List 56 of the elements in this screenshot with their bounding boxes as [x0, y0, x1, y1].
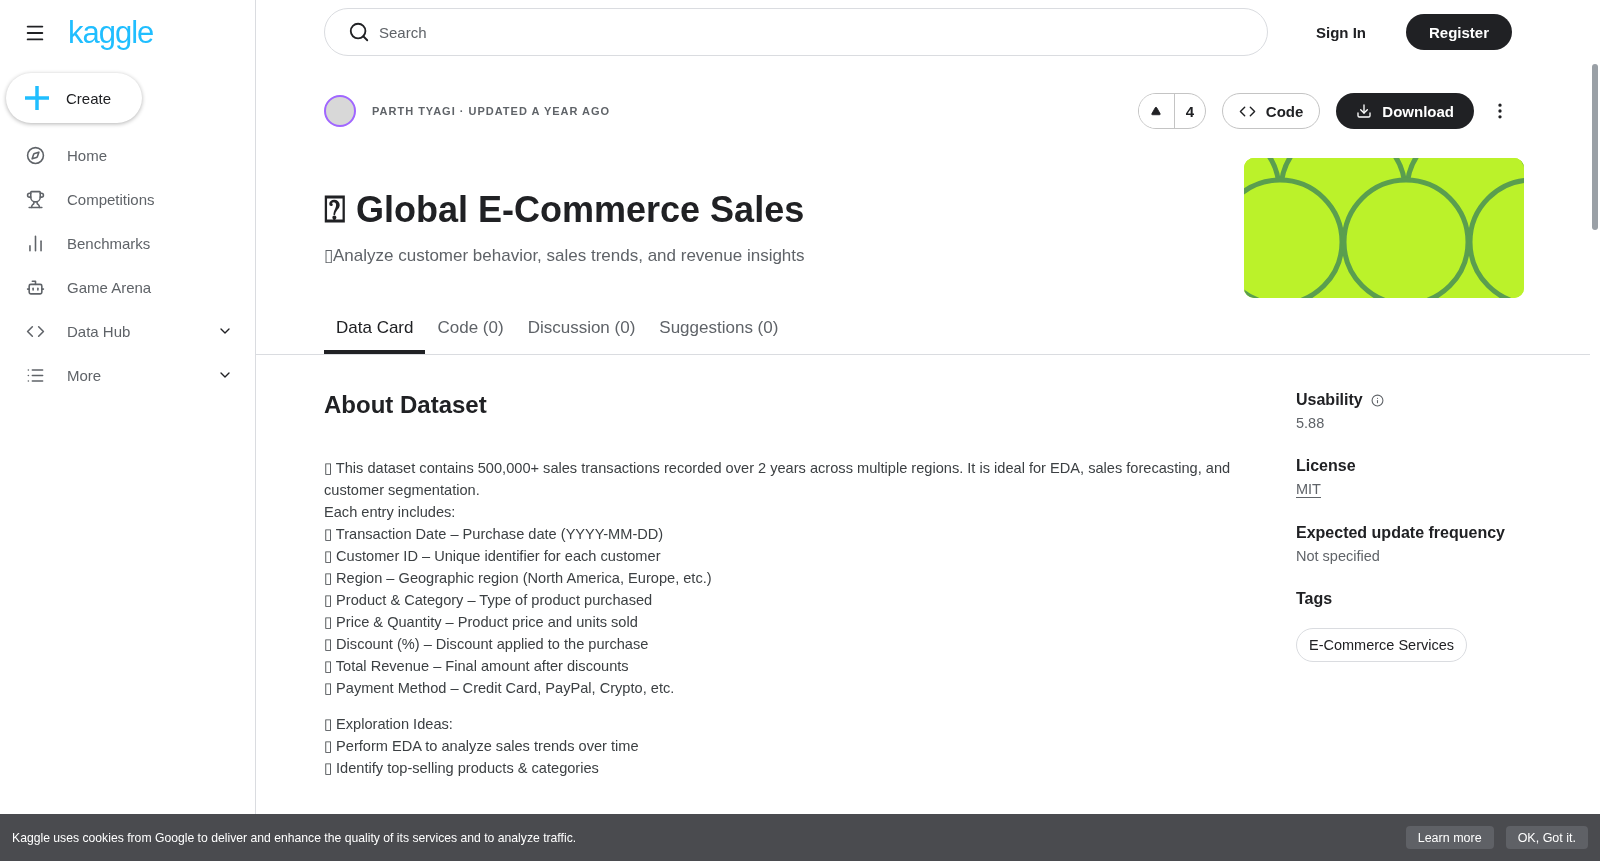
tab[interactable]: Data Card: [324, 308, 426, 354]
avatar[interactable]: [324, 95, 356, 127]
vote-count: 4: [1184, 101, 1195, 122]
code-button[interactable]: Code: [1221, 93, 1321, 129]
plus-icon: [24, 85, 50, 111]
search-icon: [348, 21, 370, 43]
sign-in-button[interactable]: Sign In: [1316, 15, 1366, 49]
meta-label: Expected update frequency: [1296, 524, 1505, 542]
download-button[interactable]: Download: [1336, 93, 1474, 129]
usability-score: 5.88: [1296, 415, 1326, 431]
trophy-icon: [26, 189, 45, 209]
bar-chart-icon: [26, 233, 45, 253]
tab[interactable]: Code (0): [425, 308, 516, 354]
frequency-value: Not specified: [1296, 548, 1381, 564]
cookie-button[interactable]: Learn more: [1405, 826, 1494, 849]
section-heading: About Dataset: [324, 391, 488, 419]
meta-label: Usability: [1296, 391, 1363, 409]
description-text: ▯ Perform EDA to analyze sales trends over time: [324, 737, 640, 756]
tab[interactable]: Suggestions (0): [647, 308, 791, 354]
tab[interactable]: Discussion (0): [515, 308, 648, 354]
description-text: ▯ Product & Category – Type of product purchased: [324, 591, 654, 610]
description-text: ▯ Price & Quantity – Product price and units sold: [324, 613, 639, 632]
info-icon[interactable]: [1370, 393, 1384, 407]
description-text: ▯ Identify top-selling products & categories: [324, 759, 600, 778]
description-text: ▯ Payment Method – Credit Card, PayPal, Crypto, etc.: [324, 679, 676, 698]
license-link[interactable]: MIT: [1296, 481, 1321, 498]
meta-label: License: [1296, 457, 1356, 475]
sidebar-item[interactable]: Home: [0, 133, 255, 177]
description-text: ▯ Exploration Ideas:: [324, 715, 454, 734]
upvote-button[interactable]: [1138, 94, 1175, 128]
description-text: ▯ Region – Geographic region (North America, Europe, etc.): [324, 569, 713, 588]
sidebar-item[interactable]: Data Hub: [0, 309, 255, 353]
cookie-notice-text: Kaggle uses cookies from Google to deliver and enhance the quality of its services and to analyze traffic.: [12, 830, 578, 845]
description-text: ▯ This dataset contains 500,000+ sales transactions recorded over 2 years across multiple regions. It is ideal for EDA, sales forecasting, and customer segmentation.: [324, 459, 1232, 500]
cookie-button[interactable]: OK, Got it.: [1505, 826, 1588, 849]
robot-icon: [26, 277, 45, 297]
meta-label: Tags: [1296, 590, 1333, 608]
create-button[interactable]: Create: [6, 73, 142, 123]
dataset-subtitle: ▯Analyze customer behavior, sales trends, and revenue insights: [324, 245, 805, 266]
scrollbar-thumb[interactable]: [1592, 64, 1598, 230]
sidebar-item[interactable]: Competitions: [0, 177, 255, 221]
download-icon: [1356, 103, 1373, 119]
dataset-title: ⍰ Global E-Commerce Sales: [324, 189, 805, 231]
compass-icon: [26, 145, 45, 165]
up-triangle-icon: [1151, 106, 1162, 116]
sidebar-item[interactable]: Game Arena: [0, 265, 255, 309]
description-text: ▯ Discount (%) – Discount applied to the purchase: [324, 635, 650, 654]
sidebar-item[interactable]: More: [0, 353, 255, 397]
description-text: ▯ Transaction Date – Purchase date (YYYY-MM-DD): [324, 525, 665, 544]
description-text: Each entry includes:: [324, 503, 457, 522]
sidebar-item[interactable]: Benchmarks: [0, 221, 255, 265]
register-button[interactable]: Register: [1406, 14, 1513, 50]
description-text: ▯ Customer ID – Unique identifier for each customer: [324, 547, 662, 566]
search-field[interactable]: Search: [324, 8, 1268, 56]
author-byline: PARTH TYAGI · UPDATED A YEAR AGO: [372, 105, 611, 117]
description-text: ▯ Total Revenue – Final amount after discounts: [324, 657, 630, 676]
